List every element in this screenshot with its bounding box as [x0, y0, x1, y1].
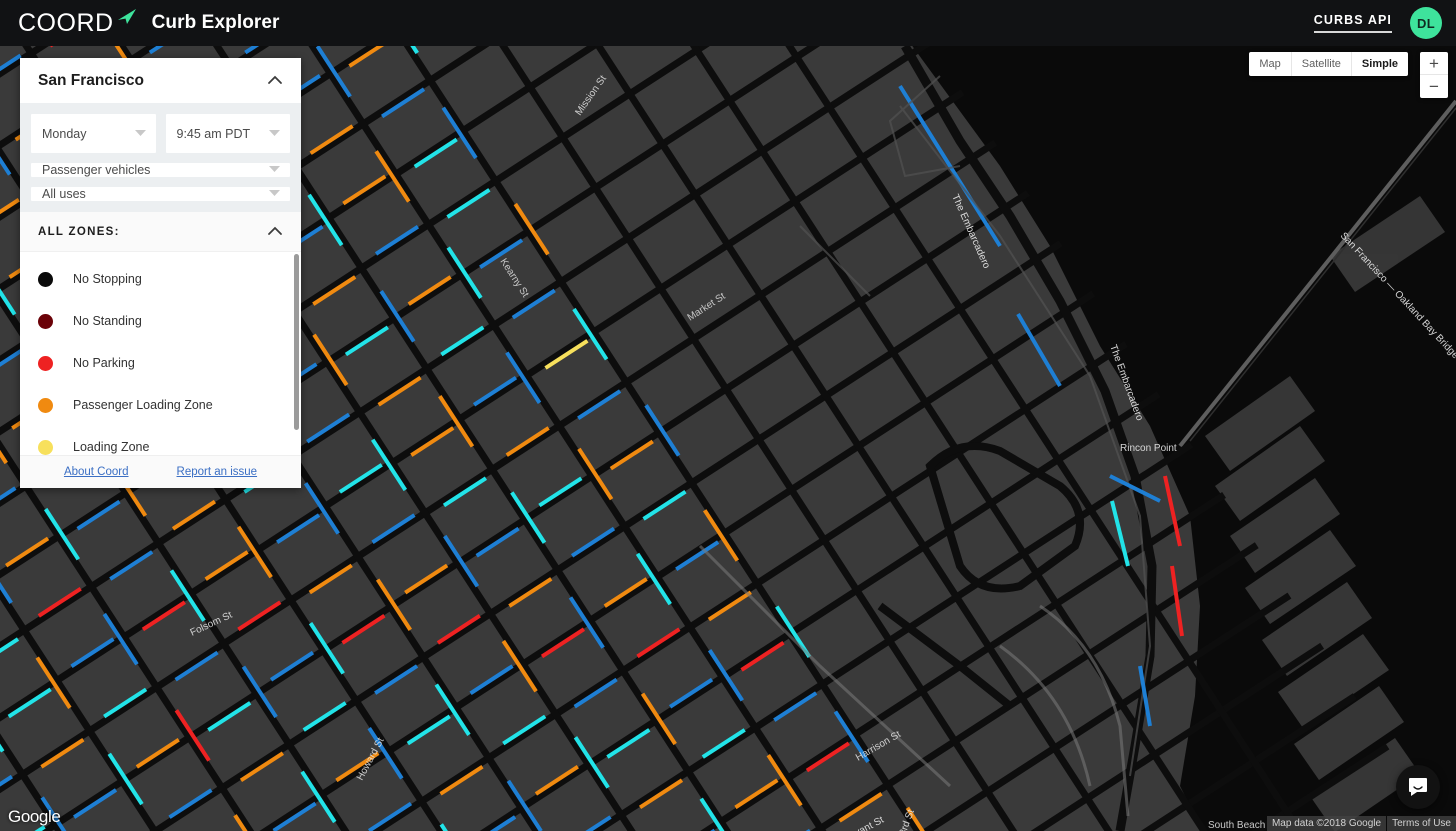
- svg-text:South Beach: South Beach: [1208, 820, 1265, 831]
- zoom-control[interactable]: + −: [1420, 52, 1448, 98]
- zone-list-scrollbar[interactable]: [294, 254, 299, 430]
- map-data-attribution: Map data ©2018 Google: [1266, 816, 1387, 831]
- city-name: San Francisco: [38, 71, 144, 89]
- map-type-control[interactable]: Map Satellite Simple: [1249, 52, 1408, 76]
- zone-color-swatch: [38, 439, 53, 455]
- time-select[interactable]: 9:45 am PDT: [165, 114, 290, 153]
- google-logo: Google: [8, 807, 61, 826]
- vehicle-type-value: Passenger vehicles: [42, 163, 151, 177]
- curbs-api-link[interactable]: CURBS API: [1313, 13, 1392, 33]
- report-issue-link[interactable]: Report an issue: [177, 466, 258, 478]
- day-select-value: Monday: [42, 126, 87, 141]
- list-item[interactable]: Loading Zone: [20, 426, 301, 455]
- svg-text:Rincon Point: Rincon Point: [1120, 443, 1177, 454]
- brand-logo[interactable]: COORD Curb Explorer: [18, 8, 280, 38]
- terms-of-use-link[interactable]: Terms of Use: [1387, 816, 1456, 831]
- zone-label: No Stopping: [73, 272, 142, 286]
- zoom-in-button[interactable]: +: [1420, 52, 1448, 75]
- zone-color-swatch: [38, 355, 53, 371]
- day-select[interactable]: Monday: [31, 114, 156, 153]
- map-type-map[interactable]: Map: [1249, 52, 1292, 76]
- day-time-row: Monday 9:45 am PDT: [31, 114, 290, 153]
- list-item[interactable]: No Parking: [20, 342, 301, 384]
- panel-header[interactable]: San Francisco: [20, 58, 301, 103]
- zoom-out-button[interactable]: −: [1420, 75, 1448, 98]
- paper-plane-icon: [116, 8, 138, 31]
- zone-color-swatch: [38, 397, 53, 413]
- about-coord-link[interactable]: About Coord: [64, 466, 129, 478]
- zone-color-swatch: [38, 313, 53, 329]
- list-item[interactable]: No Standing: [20, 300, 301, 342]
- chevron-up-icon[interactable]: [267, 72, 283, 90]
- list-item[interactable]: No Stopping: [20, 258, 301, 300]
- list-item[interactable]: Passenger Loading Zone: [20, 384, 301, 426]
- map-type-simple[interactable]: Simple: [1352, 52, 1408, 76]
- filters-section: Monday 9:45 am PDT Passenger vehicles Al…: [20, 103, 301, 212]
- zone-color-swatch: [38, 271, 53, 287]
- chat-bubble-icon[interactable]: [1396, 765, 1440, 809]
- panel-footer: About Coord Report an issue: [20, 455, 301, 488]
- use-type-select[interactable]: All uses: [31, 187, 290, 201]
- time-select-value: 9:45 am PDT: [176, 126, 251, 141]
- header-actions: CURBS API DL: [1313, 7, 1442, 39]
- zone-label: No Parking: [73, 356, 135, 370]
- app-title: Curb Explorer: [151, 12, 280, 33]
- use-type-value: All uses: [42, 187, 86, 201]
- chevron-down-icon: [269, 189, 280, 199]
- app-header: COORD Curb Explorer CURBS API DL: [0, 0, 1456, 46]
- brand-name: COORD: [18, 8, 114, 37]
- avatar[interactable]: DL: [1410, 7, 1442, 39]
- all-zones-header[interactable]: ALL ZONES:: [20, 212, 301, 252]
- chevron-down-icon: [269, 129, 280, 139]
- chevron-down-icon: [134, 129, 146, 139]
- chevron-up-icon[interactable]: [267, 223, 283, 241]
- vehicle-type-select[interactable]: Passenger vehicles: [31, 163, 290, 177]
- curb-explorer-panel: San Francisco Monday 9:45 am PDT Passeng…: [20, 58, 301, 488]
- all-zones-label: ALL ZONES:: [38, 225, 120, 238]
- map-type-satellite[interactable]: Satellite: [1292, 52, 1352, 76]
- zone-label: Passenger Loading Zone: [73, 398, 213, 412]
- zone-label: Loading Zone: [73, 440, 150, 454]
- chevron-down-icon: [269, 165, 280, 175]
- map-attribution: Map data ©2018 Google Terms of Use: [1266, 816, 1456, 831]
- zone-legend-list[interactable]: No Stopping No Standing No Parking Passe…: [20, 252, 301, 455]
- zone-label: No Standing: [73, 314, 142, 328]
